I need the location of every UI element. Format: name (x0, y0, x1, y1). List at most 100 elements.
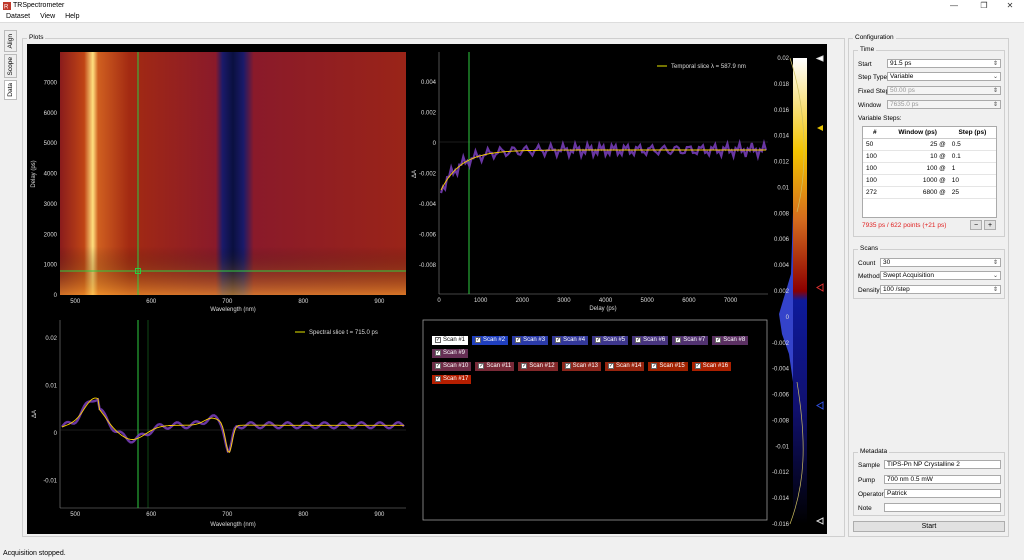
scan-checkbox[interactable]: ✓ Scan #12 (518, 361, 558, 371)
checkbox-check-icon: ✓ (435, 350, 441, 356)
colorbar-tick: -0.008 (772, 418, 790, 424)
pump-field[interactable]: 700 nm 0.5 mW (884, 475, 1001, 484)
count-spinbox[interactable]: 30 ⇕ (880, 258, 1001, 267)
start-label: Start (858, 61, 872, 68)
time-group-title: Time (858, 46, 877, 53)
scans-group-title: Scans (858, 245, 881, 252)
table-cell[interactable]: 10 (948, 174, 996, 187)
table-row[interactable]: 272 6800 @25 (863, 186, 996, 199)
table-cell[interactable]: 1 (948, 162, 996, 175)
scan-checkbox[interactable]: ✓ Scan #8 (712, 335, 749, 345)
scan-checkbox[interactable]: ✓ Scan #15 (648, 361, 688, 371)
scan-checkbox[interactable]: ✓ Scan #4 (552, 335, 589, 345)
table-cell[interactable]: 100 (863, 162, 887, 175)
spectral-xtick: 500 (70, 512, 81, 518)
steps-column-header[interactable]: Window (ps) (886, 127, 949, 139)
temporal-legend: Temporal slice λ = 587.9 nm (671, 64, 746, 70)
scan-checkbox[interactable]: ✓ Scan #17 (432, 374, 472, 384)
temporal-ytick: 0.004 (421, 80, 437, 86)
scan-checkbox[interactable]: ✓ Scan #13 (561, 361, 601, 371)
scan-checkbox-label: Scan #16 (702, 362, 729, 369)
temporal-xtick: 6000 (682, 298, 696, 304)
temporal-xtick: 5000 (641, 298, 655, 304)
menu-view[interactable]: View (38, 12, 57, 21)
table-cell[interactable]: 25 (948, 186, 996, 199)
table-row[interactable]: 100 100 @1 (863, 162, 996, 175)
start-spinbox[interactable]: 91.5 ps ⇕ (887, 59, 1001, 68)
colorbar[interactable] (793, 58, 807, 524)
table-cell[interactable]: 10 @ (886, 150, 949, 163)
table-cell[interactable]: 25 @ (886, 138, 949, 151)
steps-column-header[interactable]: Step (ps) (948, 127, 996, 139)
start-button[interactable]: Start (853, 521, 1005, 532)
scan-checkbox[interactable]: ✓ Scan #2 (472, 335, 509, 345)
window-spinbox[interactable]: 7635.0 ps ⇕ (887, 100, 1001, 109)
table-cell[interactable]: 0.1 (948, 150, 996, 163)
checkbox-check-icon: ✓ (595, 337, 602, 343)
heatmap-ytick: 6000 (44, 111, 58, 117)
checkbox-check-icon: ✓ (635, 337, 642, 343)
spin-arrows-icon[interactable]: ⇕ (993, 259, 998, 267)
steps-column-header[interactable]: # (863, 127, 887, 139)
scan-checkbox[interactable]: ✓ Scan #11 (475, 361, 515, 371)
table-row[interactable]: 100 10 @0.1 (863, 150, 996, 163)
remove-step-button[interactable]: − (970, 220, 982, 230)
scan-checkbox[interactable]: ✓ Scan #14 (605, 361, 645, 371)
table-cell[interactable]: 1000 @ (886, 174, 949, 187)
temporal-xtick: 1000 (474, 298, 488, 304)
table-row[interactable]: 100 1000 @10 (863, 174, 996, 187)
scan-checkbox[interactable]: ✓ Scan #3 (512, 335, 549, 345)
plots-canvas[interactable]: 500 600 700 800 9000100020003000400050006000… (27, 44, 827, 534)
scan-checkbox[interactable]: ✓ Scan #1 (432, 335, 469, 345)
operator-label: Operator (858, 491, 884, 498)
steptype-combo[interactable]: Variable ⌄ (887, 72, 1001, 81)
table-cell[interactable]: 100 (863, 174, 887, 187)
scan-checkbox[interactable]: ✓ Scan #7 (672, 335, 709, 345)
menu-dataset[interactable]: Dataset (4, 12, 32, 21)
scan-checkbox[interactable]: ✓ Scan #6 (632, 335, 669, 345)
table-cell[interactable]: 0.5 (948, 138, 996, 151)
pump-label: Pump (858, 477, 875, 484)
density-spinbox[interactable]: 100 /step ⇕ (880, 285, 1001, 294)
heatmap-ytick: 7000 (44, 80, 58, 86)
variable-steps-table[interactable]: # Window (ps) Step (ps) 50 25 @0.5 100 10 @0.1… (862, 126, 997, 218)
count-label: Count (858, 260, 876, 267)
table-cell[interactable]: 50 (863, 138, 887, 151)
scan-checkbox[interactable]: ✓ Scan #16 (691, 361, 732, 371)
tab-scope[interactable]: Scope (4, 54, 17, 78)
table-cell[interactable]: 100 (863, 150, 887, 163)
close-button[interactable]: ✕ (996, 0, 1024, 12)
table-row[interactable]: 50 25 @0.5 (863, 138, 996, 151)
note-field[interactable] (884, 503, 1001, 512)
tab-data[interactable]: Data (4, 80, 17, 100)
colorbar-tick: -0.016 (772, 522, 790, 528)
spin-arrows-icon[interactable]: ⇕ (993, 60, 998, 68)
scan-checkbox-label: Scan #3 (523, 336, 546, 343)
maximize-button[interactable]: ❐ (970, 0, 998, 12)
operator-field[interactable]: Patrick (884, 489, 1001, 498)
tab-align[interactable]: Align (4, 30, 17, 52)
scan-checkbox[interactable]: ✓ Scan #5 (592, 335, 629, 345)
table-cell[interactable]: 100 @ (886, 162, 949, 175)
add-step-button[interactable]: + (984, 220, 996, 230)
fixed-step-spinbox-value: 50.00 ps (890, 87, 915, 94)
temporal-xtick: 2000 (516, 298, 530, 304)
spectral-xtick: 700 (222, 512, 233, 518)
heatmap-ytick: 4000 (44, 172, 58, 178)
checkbox-check-icon: ✓ (608, 363, 614, 369)
table-cell[interactable]: 272 (863, 186, 887, 199)
minimize-button[interactable]: — (940, 0, 968, 12)
scan-checkbox[interactable]: ✓ Scan #9 (432, 348, 469, 358)
heatmap-xtick: 600 (146, 299, 157, 305)
window-title: TRSpectrometer (13, 2, 65, 9)
table-cell[interactable]: 6800 @ (886, 186, 949, 199)
spin-arrows-icon: ⇕ (992, 88, 998, 94)
heatmap-ytick: 1000 (44, 263, 58, 269)
fixed-step-spinbox[interactable]: 50.00 ps ⇕ (887, 86, 1001, 95)
menu-help[interactable]: Help (63, 12, 81, 21)
sample-field[interactable]: TIPS-Pn NP Crystalline 2 (884, 460, 1001, 469)
spin-arrows-icon[interactable]: ⇕ (993, 286, 998, 294)
temporal-ytick: -0.004 (419, 202, 437, 208)
scan-checkbox[interactable]: ✓ Scan #10 (432, 361, 472, 371)
method-combo[interactable]: Swept Acquisition ⌄ (880, 271, 1001, 280)
